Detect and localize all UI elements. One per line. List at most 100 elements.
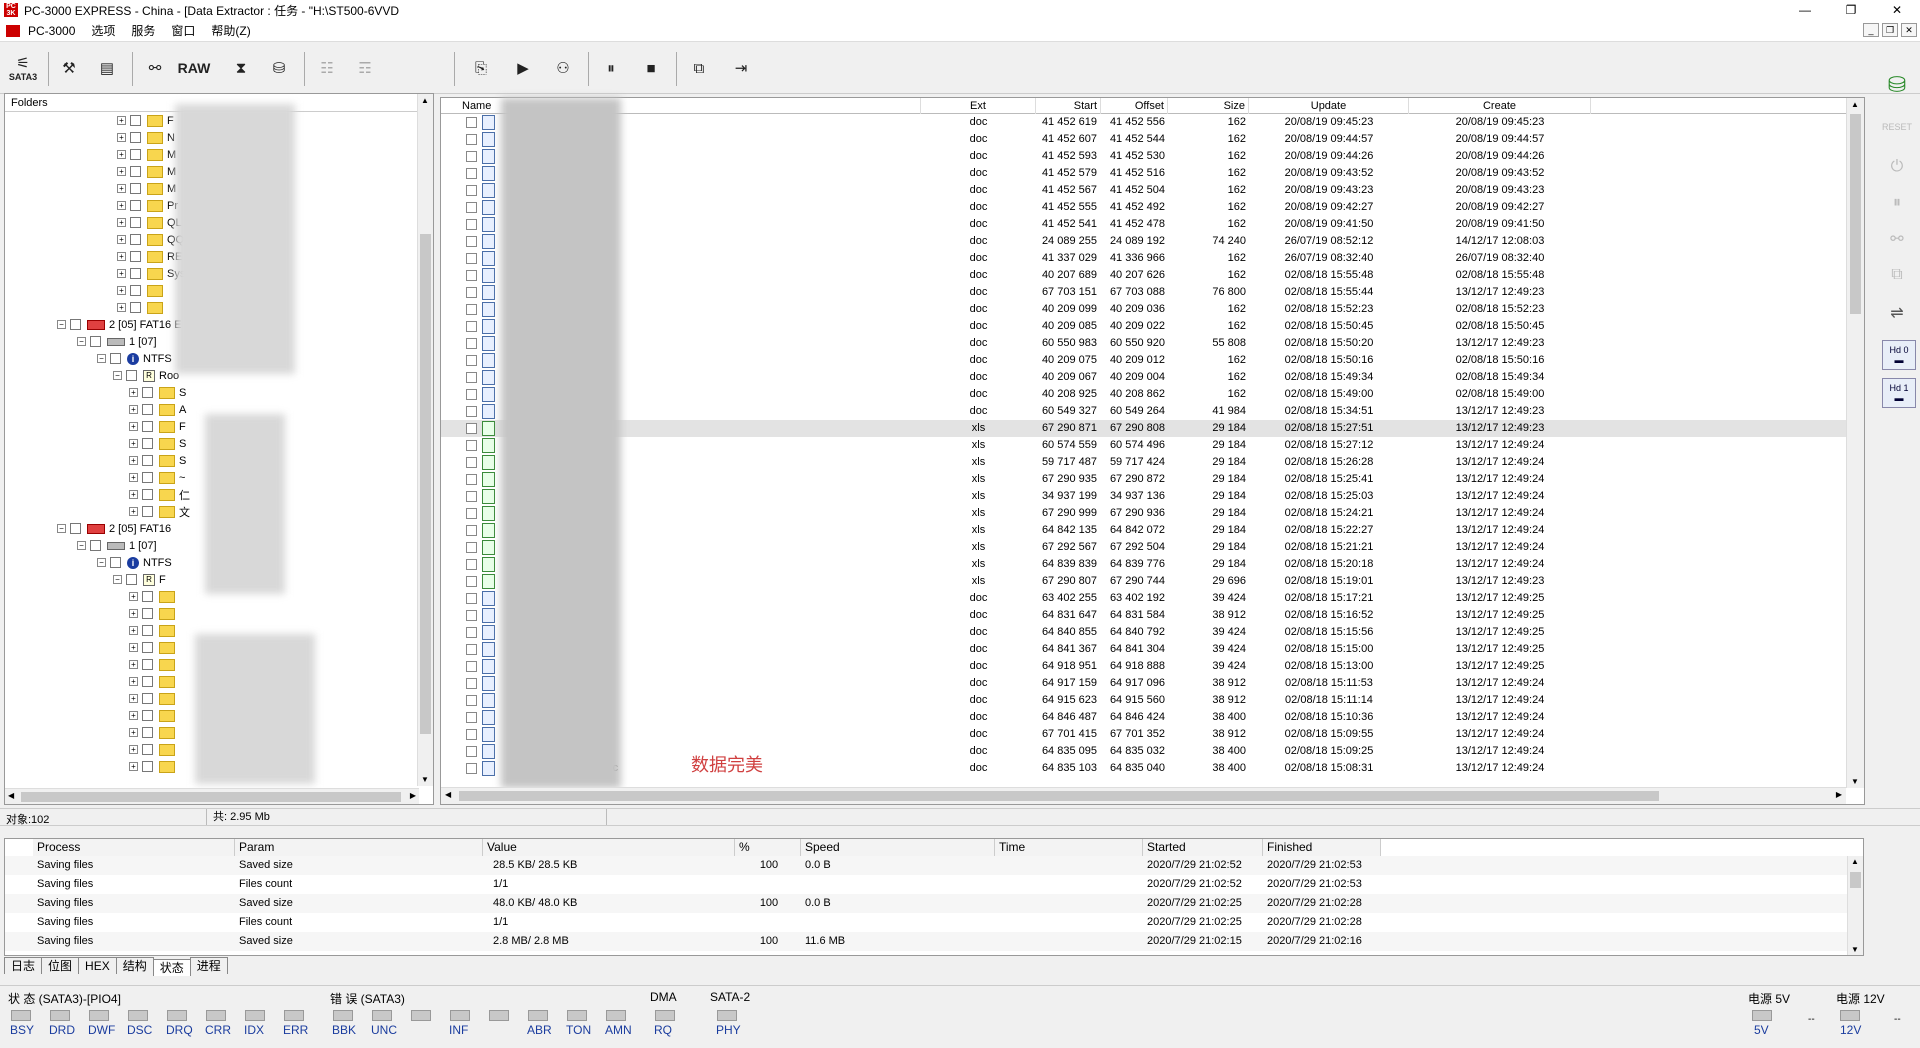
tree-node[interactable]: + — [129, 690, 179, 707]
file-row[interactable]: -1.doc doc 64 915 623 64 915 560 38 912 02/08… — [441, 692, 1846, 709]
file-checkbox[interactable] — [466, 542, 477, 553]
file-row[interactable]: 11.docdoc64 835 09564 835 03238 40002/08… — [441, 743, 1846, 760]
file-row[interactable]: doc 40 208 925 40 208 862 162 02/08/18 15:49… — [441, 386, 1846, 403]
expand-toggle[interactable]: − — [113, 575, 122, 584]
tree-node[interactable]: + — [129, 758, 179, 775]
save-data-button[interactable]: ⛁ — [264, 50, 294, 86]
tree-checkbox[interactable] — [70, 319, 81, 330]
expand-toggle[interactable]: + — [129, 490, 138, 499]
tree-checkbox[interactable] — [110, 557, 121, 568]
file-row[interactable]: .doc doc 40 209 067 40 209 004 162 02/08/18 1… — [441, 369, 1846, 386]
reset-button[interactable]: RESET — [1882, 112, 1912, 142]
tree-node[interactable]: + F — [129, 418, 186, 435]
tree-checkbox[interactable] — [126, 370, 137, 381]
tree-node[interactable]: + M — [117, 146, 176, 163]
log-row[interactable]: Saving files Saved size 48.0 KB/ 48.0 KB 10… — [5, 894, 1847, 913]
file-checkbox[interactable] — [466, 678, 477, 689]
tree-checkbox[interactable] — [142, 693, 153, 704]
tree-checkbox[interactable] — [90, 540, 101, 551]
tree-checkbox[interactable] — [130, 149, 141, 160]
tree-checkbox[interactable] — [130, 115, 141, 126]
expand-toggle[interactable]: − — [77, 541, 86, 550]
expand-toggle[interactable]: − — [113, 371, 122, 380]
files-vertical-scrollbar[interactable]: ▲ ▼ — [1846, 98, 1864, 788]
files-horizontal-scrollbar[interactable]: ◀ ▶ — [441, 787, 1846, 804]
tree-checkbox[interactable] — [130, 234, 141, 245]
file-checkbox[interactable] — [466, 134, 477, 145]
log-column-header[interactable]: % — [735, 839, 801, 856]
file-checkbox[interactable] — [466, 593, 477, 604]
file-checkbox[interactable] — [466, 491, 477, 502]
hd0-button[interactable]: Hd 0 ▬ — [1882, 340, 1916, 370]
menu-pc3000[interactable]: PC-3000 — [20, 24, 83, 38]
file-row[interactable]: xls xls 67 290 935 67 290 872 29 184 02/08/18… — [441, 471, 1846, 488]
tree-node[interactable]: − i NTFS — [97, 350, 172, 367]
file-checkbox[interactable] — [466, 746, 477, 757]
file-checkbox[interactable] — [466, 474, 477, 485]
menu-window[interactable]: 窗口 — [163, 22, 203, 39]
file-checkbox[interactable] — [466, 525, 477, 536]
file-row[interactable]: .doc doc 41 337 029 41 336 966 162 26/07/19 0… — [441, 250, 1846, 267]
file-row[interactable]: doc doc 64 831 647 64 831 584 38 912 02/08/18… — [441, 607, 1846, 624]
expand-toggle[interactable]: − — [77, 337, 86, 346]
expand-toggle[interactable]: + — [129, 473, 138, 482]
tools-button[interactable]: ⚒ — [54, 50, 84, 86]
expand-toggle[interactable]: + — [129, 745, 138, 754]
column-header[interactable]: Create — [1409, 98, 1591, 114]
tree-checkbox[interactable] — [142, 404, 153, 415]
tree-node[interactable]: + — [129, 639, 179, 656]
expand-toggle[interactable]: − — [57, 524, 66, 533]
file-checkbox[interactable] — [466, 423, 477, 434]
copy-side-icon[interactable]: ⧉ — [1882, 260, 1912, 290]
tree-node[interactable]: + — [129, 724, 179, 741]
file-checkbox[interactable] — [466, 185, 477, 196]
tree-checkbox[interactable] — [142, 625, 153, 636]
tree-checkbox[interactable] — [90, 336, 101, 347]
tree-node[interactable]: + A — [129, 401, 186, 418]
file-checkbox[interactable] — [466, 729, 477, 740]
file-row[interactable]: .doc doc 40 207 689 40 207 626 162 02/08/18 1… — [441, 267, 1846, 284]
expand-toggle[interactable]: + — [117, 286, 126, 295]
tree-checkbox[interactable] — [130, 183, 141, 194]
expand-toggle[interactable]: + — [117, 184, 126, 193]
file-row[interactable]: 2.doc doc 64 917 159 64 917 096 38 912 02/08/… — [441, 675, 1846, 692]
tree-node[interactable]: + Pr — [117, 197, 178, 214]
tree-checkbox[interactable] — [142, 608, 153, 619]
expand-toggle[interactable]: + — [117, 269, 126, 278]
tree-node[interactable]: + — [117, 299, 167, 316]
expand-toggle[interactable]: + — [129, 422, 138, 431]
tree-node[interactable]: + M — [117, 163, 176, 180]
tab-status[interactable]: 状态 — [152, 959, 191, 976]
tree-node[interactable]: + S — [129, 435, 186, 452]
tree-node[interactable]: + ~ — [129, 469, 185, 486]
report-button[interactable]: ▤ — [92, 50, 122, 86]
log-column-header[interactable]: Finished — [1263, 839, 1381, 856]
tab-bitmap[interactable]: 位图 — [41, 957, 80, 974]
file-checkbox[interactable] — [466, 695, 477, 706]
search-button[interactable]: ⚯ — [140, 50, 170, 86]
mdi-close-button[interactable]: ✕ — [1901, 23, 1917, 37]
tree-checkbox[interactable] — [142, 659, 153, 670]
log-column-header[interactable]: Time — [995, 839, 1143, 856]
sata-port-button[interactable]: ⚟ SATA3 — [4, 50, 42, 86]
tab-hex[interactable]: HEX — [78, 957, 117, 974]
file-checkbox[interactable] — [466, 202, 477, 213]
tree-view-button[interactable]: ☷ — [312, 50, 342, 86]
file-row[interactable]: xls xls 60 574 559 60 574 496 29 184 02/08/18… — [441, 437, 1846, 454]
mdi-minimize-button[interactable]: _ — [1863, 23, 1879, 37]
copy-button[interactable]: ⧉ — [684, 50, 714, 86]
file-checkbox[interactable] — [466, 440, 477, 451]
tree-node[interactable]: + S — [129, 452, 186, 469]
expand-toggle[interactable]: + — [129, 711, 138, 720]
file-row[interactable]: E记 doc 41 452 607 41 452 544 162 20/08/19 09:… — [441, 131, 1846, 148]
expand-toggle[interactable]: + — [129, 507, 138, 516]
file-checkbox[interactable] — [466, 236, 477, 247]
file-checkbox[interactable] — [466, 117, 477, 128]
tree-checkbox[interactable] — [142, 472, 153, 483]
file-checkbox[interactable] — [466, 508, 477, 519]
tree-node[interactable]: + — [129, 741, 179, 758]
file-row[interactable]: xls xls 67 290 999 67 290 936 29 184 02/08/18… — [441, 505, 1846, 522]
file-checkbox[interactable] — [466, 168, 477, 179]
minimize-button[interactable]: — — [1782, 0, 1828, 20]
expand-toggle[interactable]: + — [117, 303, 126, 312]
